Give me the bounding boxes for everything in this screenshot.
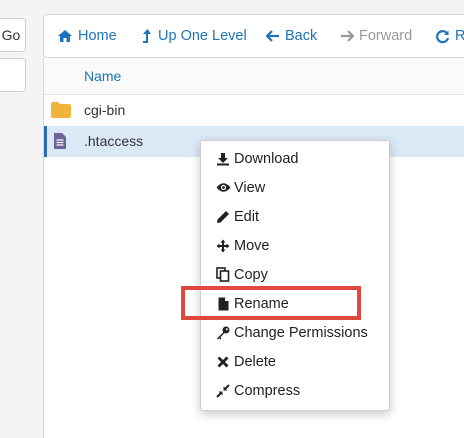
file-name: cgi-bin <box>84 102 126 118</box>
menu-item-view[interactable]: View <box>201 173 389 202</box>
menu-item-label: Copy <box>234 266 268 283</box>
home-label: Home <box>78 28 117 44</box>
menu-item-copy[interactable]: Copy <box>201 260 389 289</box>
back-label: Back <box>285 28 318 44</box>
menu-item-rename[interactable]: Rename <box>201 289 389 318</box>
copy-icon <box>215 267 231 283</box>
file-icon <box>215 296 231 312</box>
forward-button[interactable]: Forward <box>340 15 412 57</box>
go-button-label: Go <box>1 27 21 43</box>
x-icon <box>215 354 231 370</box>
column-header-name[interactable]: Name <box>84 68 121 84</box>
menu-item-label: Edit <box>234 208 259 225</box>
home-icon <box>58 30 72 42</box>
back-button[interactable]: Back <box>266 15 317 57</box>
menu-item-label: Change Permissions <box>234 324 368 341</box>
menu-item-label: Compress <box>234 382 301 399</box>
menu-item-move[interactable]: Move <box>201 231 389 260</box>
context-menu: Download View Edit Move Copy Rename Chan… <box>200 140 390 411</box>
key-icon <box>215 325 231 341</box>
file-name: .htaccess <box>84 133 144 149</box>
folder-icon <box>51 102 71 118</box>
menu-item-label: Download <box>234 150 299 167</box>
file-list-header: Name <box>44 58 464 95</box>
text-file-icon <box>54 133 66 149</box>
menu-item-change-permissions[interactable]: Change Permissions <box>201 318 389 347</box>
reload-label: Re <box>455 28 464 44</box>
level-up-icon <box>143 29 151 43</box>
home-button[interactable]: Home <box>57 15 117 57</box>
menu-item-label: Delete <box>234 353 276 370</box>
up-one-level-label: Up One Level <box>158 28 247 44</box>
pencil-icon <box>215 209 231 225</box>
menu-item-label: Move <box>234 237 270 254</box>
go-button[interactable]: Go <box>0 18 26 52</box>
menu-item-label: Rename <box>234 295 289 312</box>
menu-item-delete[interactable]: Delete <box>201 347 389 376</box>
reload-icon <box>436 29 450 43</box>
arrow-right-icon <box>341 30 354 42</box>
left-panel: Go <box>0 0 30 424</box>
compress-icon <box>215 383 231 399</box>
menu-item-edit[interactable]: Edit <box>201 202 389 231</box>
download-icon <box>215 151 231 167</box>
forward-label: Forward <box>359 28 413 44</box>
left-input-field[interactable] <box>0 58 26 92</box>
reload-button[interactable]: Re <box>435 15 464 57</box>
file-manager-toolbar: Home Up One Level Back Forward Re <box>43 14 464 58</box>
eye-icon <box>215 180 231 196</box>
up-one-level-button[interactable]: Up One Level <box>142 15 247 57</box>
menu-item-compress[interactable]: Compress <box>201 376 389 405</box>
arrow-left-icon <box>266 30 279 42</box>
menu-item-download[interactable]: Download <box>201 144 389 173</box>
move-arrows-icon <box>215 238 231 254</box>
file-row-cgi-bin[interactable]: cgi-bin <box>44 95 464 126</box>
menu-item-label: View <box>234 179 266 196</box>
